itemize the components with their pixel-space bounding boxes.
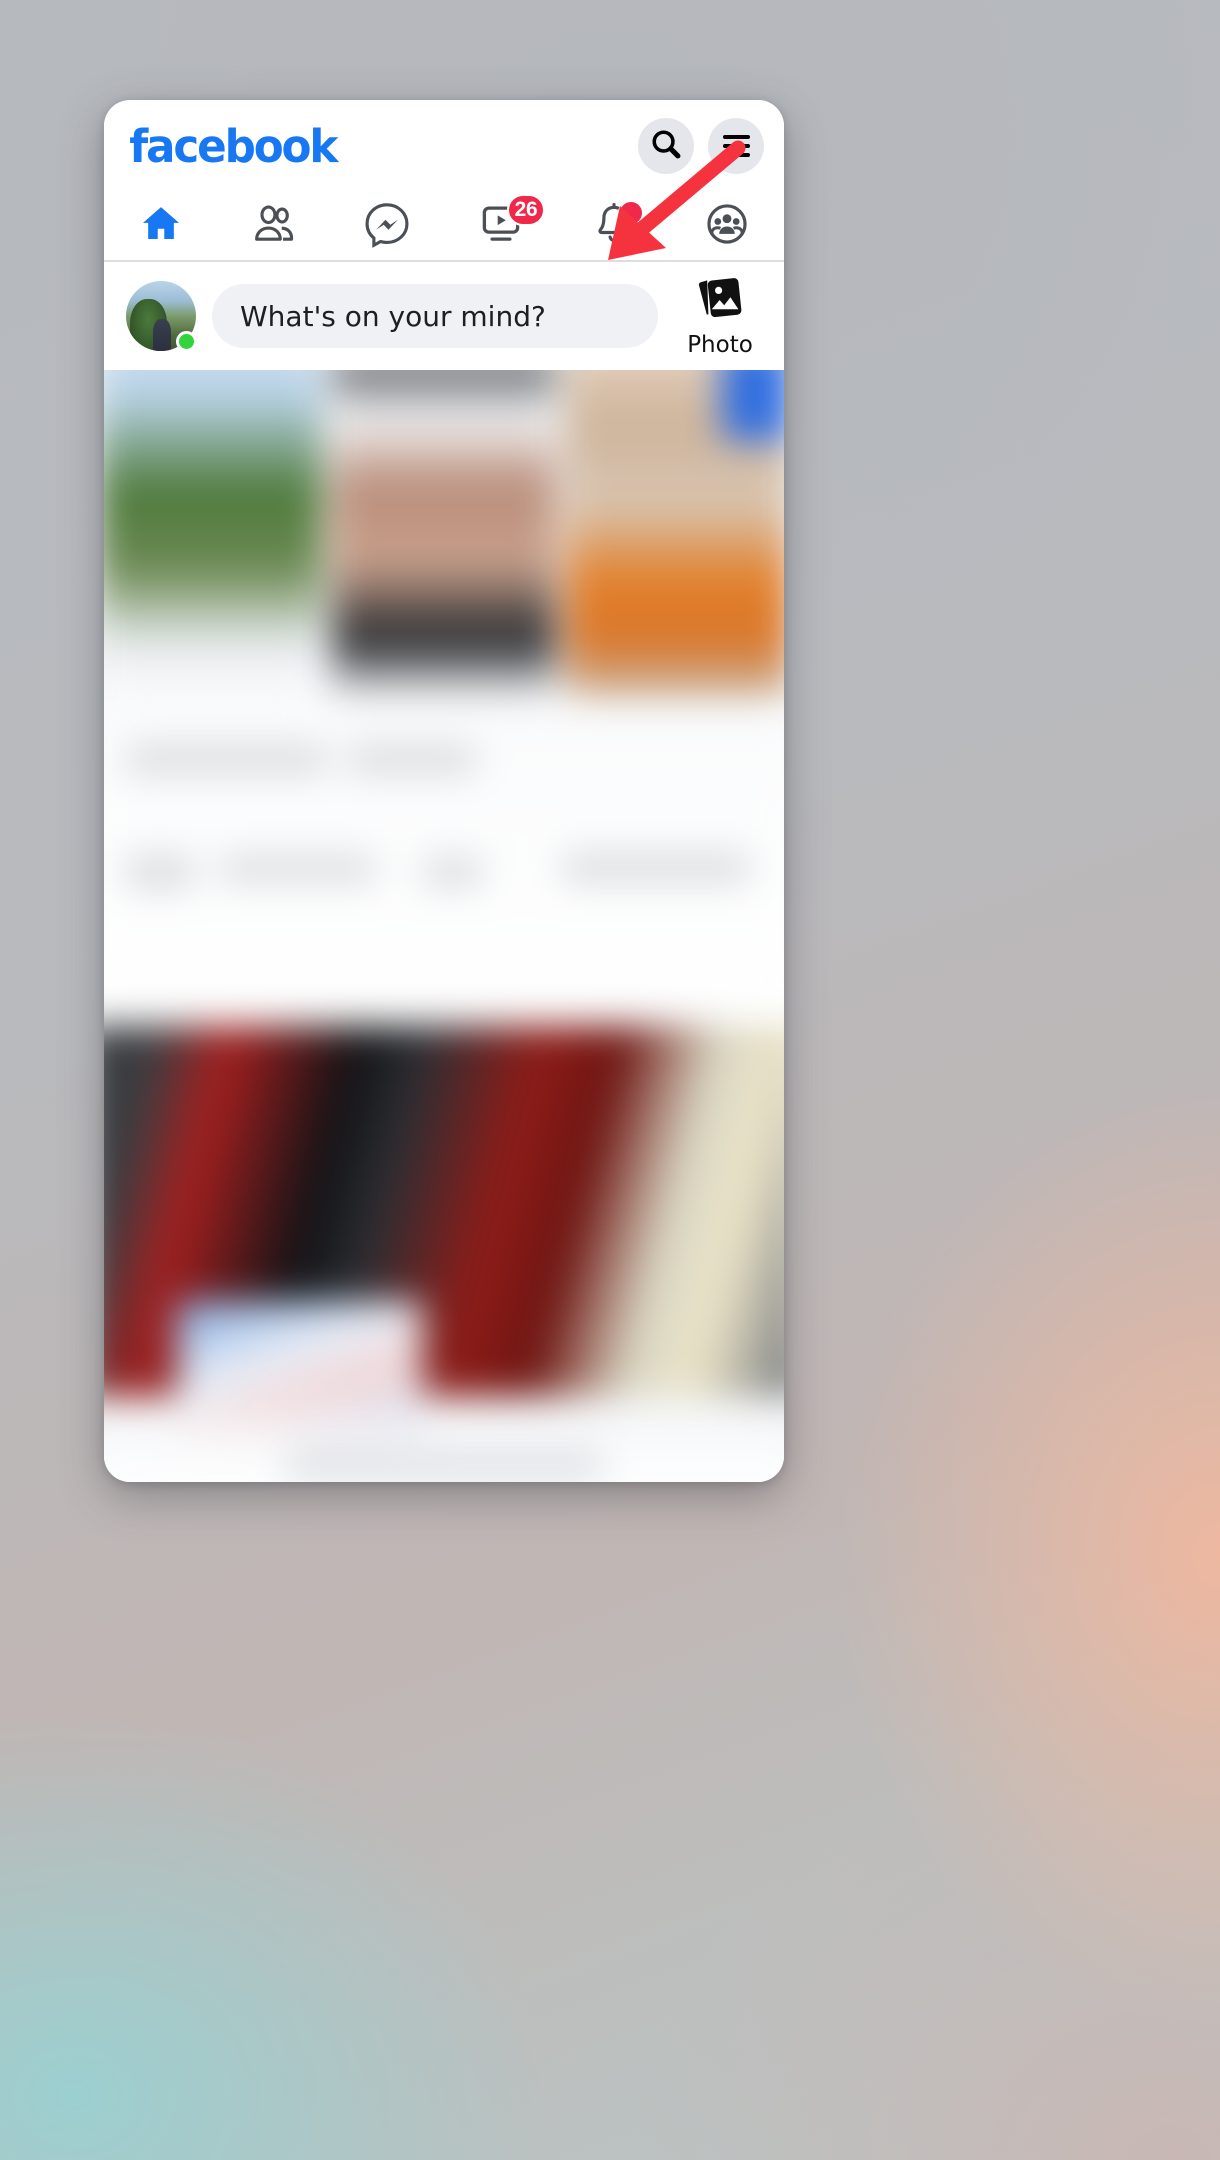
photo-button-label: Photo: [687, 332, 753, 358]
photo-stack-icon: [694, 274, 746, 329]
nav-tab-notifications[interactable]: [557, 192, 670, 260]
facebook-wordmark-logo[interactable]: facebook: [129, 124, 338, 169]
primary-nav-tabs: 26: [104, 192, 784, 262]
whats-on-your-mind-input[interactable]: What's on your mind?: [212, 284, 658, 348]
story-card: [332, 370, 556, 698]
watch-badge: 26: [506, 194, 546, 226]
groups-icon: [704, 201, 750, 252]
nav-tab-watch[interactable]: 26: [444, 192, 557, 260]
app-header: facebook: [104, 100, 784, 192]
avatar[interactable]: [126, 281, 197, 352]
hamburger-menu-icon: [722, 130, 750, 162]
news-feed-blurred[interactable]: [104, 370, 784, 1482]
search-button[interactable]: [638, 118, 694, 174]
nav-tab-messenger[interactable]: [331, 192, 444, 260]
messenger-icon: [363, 200, 411, 253]
friends-icon: [250, 200, 298, 253]
post-composer: What's on your mind? Photo: [104, 262, 784, 370]
menu-button[interactable]: [708, 118, 764, 174]
online-status-dot: [176, 331, 197, 352]
story-card: [104, 370, 322, 698]
home-icon: [138, 201, 184, 252]
photo-button[interactable]: Photo: [674, 274, 766, 358]
post-footer-block: [104, 1398, 784, 1482]
post-photo-block: [104, 1025, 784, 1440]
search-icon: [649, 127, 683, 166]
nav-tab-friends[interactable]: [217, 192, 330, 260]
nav-tab-groups[interactable]: [671, 192, 784, 260]
stories-row: [104, 370, 784, 698]
post-text-block: [104, 697, 784, 1026]
notification-badge-dot: [617, 200, 644, 226]
facebook-mobile-window: facebook 26 What's on your mind? Photo: [104, 100, 784, 1482]
header-actions: [638, 118, 764, 174]
nav-tab-home[interactable]: [104, 192, 217, 260]
feed-blur-layer: [104, 370, 784, 1482]
